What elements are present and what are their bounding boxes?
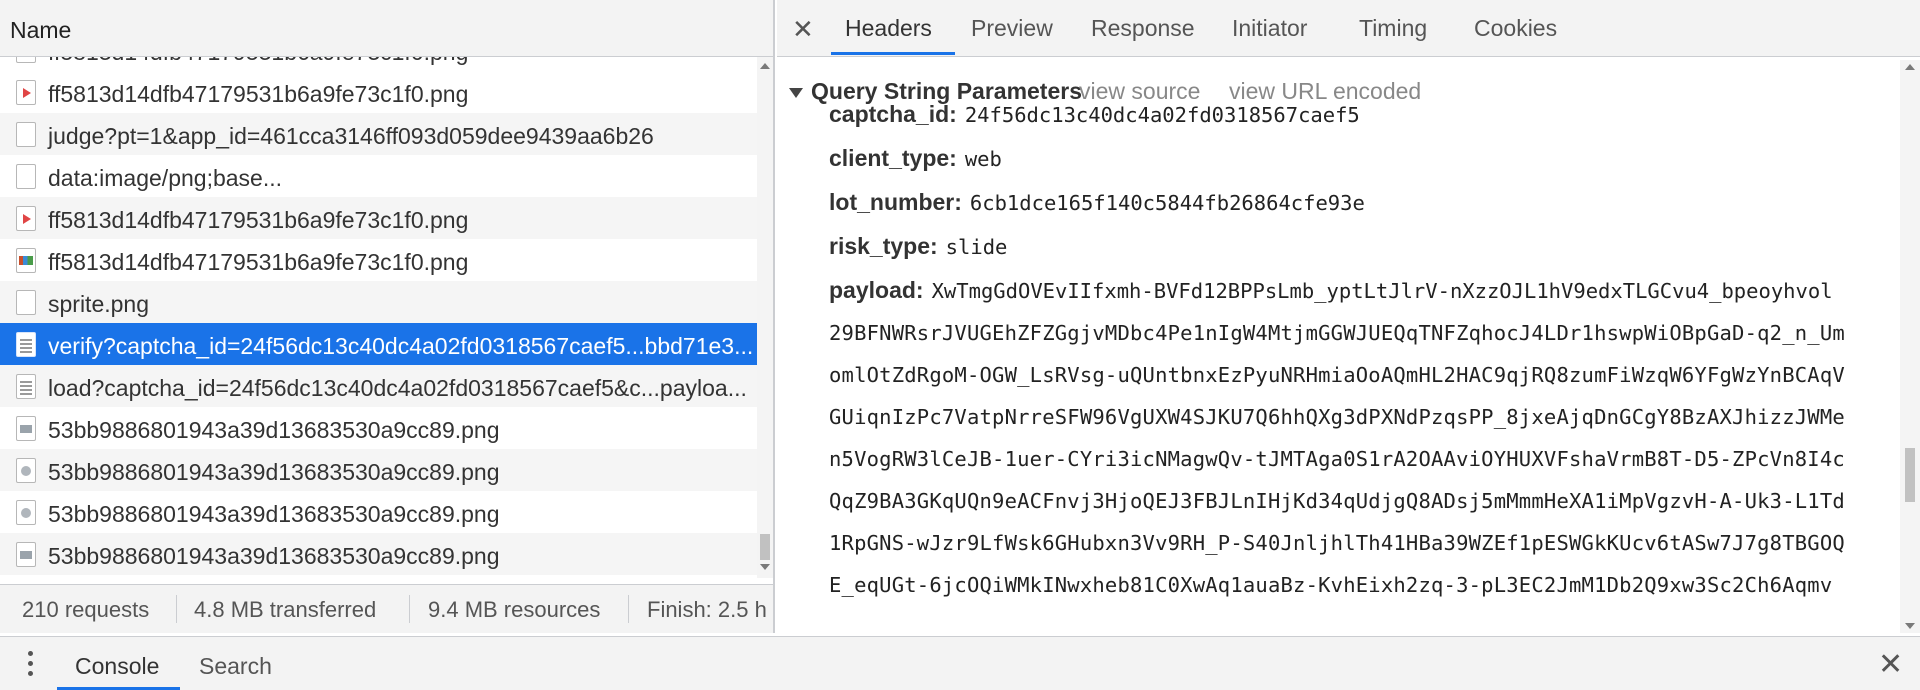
request-row[interactable]: ff5813d14dfb47179531b6a9fe73c1f0.png: [0, 197, 757, 239]
drawer-tab-bar: Console Search ✕: [0, 636, 1920, 690]
more-options-icon[interactable]: [28, 651, 34, 677]
request-row[interactable]: 53bb9886801943a39d13683530a9cc89.png: [0, 407, 757, 449]
divider: [628, 595, 629, 623]
param-value: XwTmgGdOVEvIIfxmh-BVFd12BPPsLmb_yptLtJlr…: [931, 279, 1833, 303]
payload-line: E_eqUGt-6jcOQiWMkINwxheb81C0XwAq1auaBz-K…: [829, 573, 1833, 597]
media-file-icon: [16, 206, 36, 231]
request-row[interactable]: ff5813d14dfb47179531b6a9fe73c1f0.png: [0, 57, 757, 71]
scroll-up-arrow-icon[interactable]: [760, 63, 770, 69]
request-list-scrollbar[interactable]: [757, 57, 773, 578]
divider: [176, 595, 177, 623]
request-row[interactable]: sprite.png: [0, 281, 757, 323]
request-row[interactable]: 53bb9886801943a39d13683530a9cc89.png: [0, 533, 757, 575]
scroll-up-arrow-icon[interactable]: [1905, 64, 1915, 70]
media-file-icon: [16, 80, 36, 105]
request-detail-panel: ✕ Headers Preview Response Initiator Tim…: [777, 0, 1920, 633]
blank-file-icon: [16, 122, 36, 147]
request-row-selected[interactable]: verify?captcha_id=24f56dc13c40dc4a02fd03…: [0, 323, 757, 365]
detail-tab-bar: ✕ Headers Preview Response Initiator Tim…: [777, 0, 1920, 57]
request-list: ff5813d14dfb47179531b6a9fe73c1f0.png ff5…: [0, 57, 757, 578]
payload-line: 29BFNWRsrJVUGEhZFZGgjvMDbc4Pe1nIgW4MtjmG…: [829, 321, 1845, 345]
tab-search[interactable]: Search: [199, 653, 272, 680]
detail-scrollbar[interactable]: [1900, 60, 1920, 633]
scrollbar-thumb[interactable]: [760, 534, 770, 560]
param-value: 24f56dc13c40dc4a02fd0318567caef5: [964, 103, 1360, 127]
tab-preview[interactable]: Preview: [971, 15, 1053, 42]
network-summary-bar: 210 requests 4.8 MB transferred 9.4 MB r…: [0, 584, 773, 633]
tab-cookies[interactable]: Cookies: [1474, 15, 1557, 42]
payload-line: n5VogRW3lCeJB-1uer-CYri3icNMagwQv-tJMTAg…: [829, 447, 1845, 471]
param-row: lot_number: 6cb1dce165f140c5844fb26864cfe…: [829, 189, 1365, 216]
request-row[interactable]: ff5813d14dfb47179531b6a9fe73c1f0.png: [0, 71, 757, 113]
request-name: ff5813d14dfb47179531b6a9fe73c1f0.png: [48, 249, 469, 275]
request-name: sprite.png: [48, 291, 150, 317]
finish-time: Finish: 2.5 h: [647, 597, 767, 622]
param-row: payload: XwTmgGdOVEvIIfxmh-BVFd12BPPsLmb_…: [829, 277, 1833, 304]
tab-headers[interactable]: Headers: [845, 15, 932, 42]
divider: [409, 595, 410, 623]
scroll-down-arrow-icon[interactable]: [760, 564, 770, 570]
request-name: 53bb9886801943a39d13683530a9cc89.png: [48, 459, 500, 485]
request-name: ff5813d14dfb47179531b6a9fe73c1f0.png: [48, 57, 468, 66]
request-name: judge?pt=1&app_id=461cca3146ff093d059dee…: [48, 123, 654, 149]
document-file-icon: [16, 332, 36, 357]
request-name: data:image/png;base...: [48, 165, 282, 191]
request-row[interactable]: load?captcha_id=24f56dc13c40dc4a02fd0318…: [0, 365, 757, 407]
active-tab-indicator: [831, 52, 955, 55]
param-row: captcha_id: 24f56dc13c40dc4a02fd0318567ca…: [829, 101, 1360, 128]
close-icon[interactable]: ✕: [1878, 647, 1903, 682]
document-file-icon: [16, 374, 36, 399]
tab-console[interactable]: Console: [75, 653, 159, 680]
request-name: 53bb9886801943a39d13683530a9cc89.png: [48, 543, 500, 569]
tab-timing[interactable]: Timing: [1359, 15, 1427, 42]
image-file-icon: [16, 57, 36, 63]
name-column-header[interactable]: Name: [0, 0, 773, 57]
param-value: web: [964, 147, 1002, 171]
param-key: payload:: [829, 277, 924, 303]
close-icon[interactable]: ✕: [792, 14, 814, 45]
image-file-icon: [16, 500, 36, 525]
param-key: client_type:: [829, 145, 957, 171]
scroll-down-arrow-icon[interactable]: [1905, 623, 1915, 629]
request-name: verify?captcha_id=24f56dc13c40dc4a02fd03…: [48, 333, 754, 359]
network-request-panel: Name ff5813d14dfb47179531b6a9fe73c1f0.pn…: [0, 0, 775, 633]
headers-content: Query String Parameters view source view…: [777, 60, 1900, 633]
request-count: 210 requests: [22, 597, 150, 622]
param-row: risk_type: slide: [829, 233, 1007, 260]
tab-initiator[interactable]: Initiator: [1232, 15, 1307, 42]
request-name: 53bb9886801943a39d13683530a9cc89.png: [48, 501, 500, 527]
request-name: ff5813d14dfb47179531b6a9fe73c1f0.png: [48, 207, 469, 233]
image-file-icon: [16, 458, 36, 483]
payload-line: 1RpGNS-wJzr9LfWsk6GHubxn3Vv9RH_P-S40Jnlj…: [829, 531, 1845, 555]
payload-line: QqZ9BA3GKqUQn9eACFnvj3HjoQEJ3FBJLnIHjKd3…: [829, 489, 1845, 513]
expand-triangle-icon[interactable]: [789, 88, 803, 98]
blank-file-icon: [16, 164, 36, 189]
request-name: 53bb9886801943a39d13683530a9cc89.png: [48, 417, 500, 443]
param-key: captcha_id:: [829, 101, 957, 127]
scrollbar-thumb[interactable]: [1905, 448, 1915, 502]
image-thumbnail-icon: [16, 248, 36, 273]
image-file-icon: [16, 542, 36, 567]
tab-response[interactable]: Response: [1091, 15, 1195, 42]
transferred-size: 4.8 MB transferred: [194, 597, 377, 622]
payload-line: GUiqnIzPc7VatpNrreSFW96VgUXW4SJKU7Q6hhQX…: [829, 405, 1845, 429]
param-value: slide: [945, 235, 1008, 259]
param-key: lot_number:: [829, 189, 962, 215]
request-row[interactable]: 53bb9886801943a39d13683530a9cc89.png: [0, 491, 757, 533]
param-key: risk_type:: [829, 233, 938, 259]
payload-line: omlOtZdRgoM-OGW_LsRVsg-uQUntbnxEzPyuNRHm…: [829, 363, 1845, 387]
param-value: 6cb1dce165f140c5844fb26864cfe93e: [969, 191, 1365, 215]
request-name: load?captcha_id=24f56dc13c40dc4a02fd0318…: [48, 375, 747, 401]
blank-file-icon: [16, 290, 36, 315]
request-row[interactable]: judge?pt=1&app_id=461cca3146ff093d059dee…: [0, 113, 757, 155]
name-column-label: Name: [10, 17, 72, 43]
resources-size: 9.4 MB resources: [428, 597, 601, 622]
request-row[interactable]: 53bb9886801943a39d13683530a9cc89.png: [0, 449, 757, 491]
request-row[interactable]: ff5813d14dfb47179531b6a9fe73c1f0.png: [0, 239, 757, 281]
request-name: ff5813d14dfb47179531b6a9fe73c1f0.png: [48, 81, 469, 107]
request-row[interactable]: data:image/png;base...: [0, 155, 757, 197]
image-file-icon: [16, 416, 36, 441]
param-row: client_type: web: [829, 145, 1002, 172]
